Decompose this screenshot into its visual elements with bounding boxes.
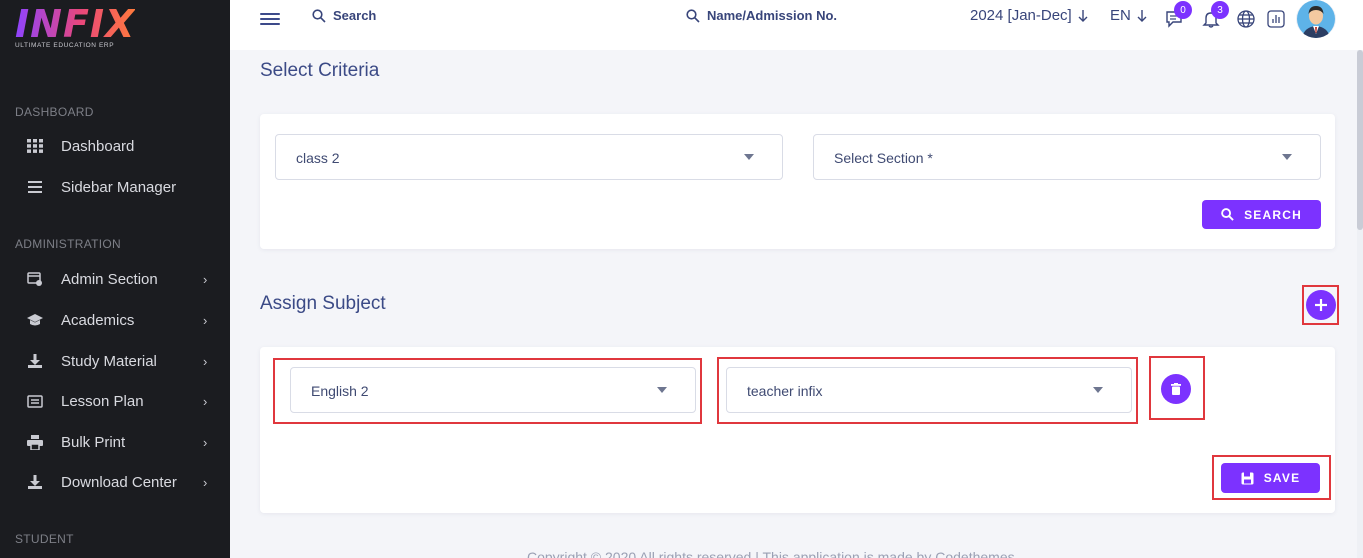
sidebar-item-dashboard[interactable]: Dashboard xyxy=(0,129,230,163)
teacher-select-highlight xyxy=(717,357,1138,424)
sidebar-item-lesson-plan[interactable]: Lesson Plan › xyxy=(0,384,230,418)
sidebar-item-sidebar-manager[interactable]: Sidebar Manager xyxy=(0,170,230,204)
search-label: Search xyxy=(333,8,377,23)
search-icon xyxy=(1221,208,1234,221)
arrow-down-icon xyxy=(1137,9,1147,22)
download-icon xyxy=(26,473,44,491)
sidebar-section-administration: ADMINISTRATION xyxy=(15,237,121,251)
select-criteria-title: Select Criteria xyxy=(260,60,380,81)
sidebar-item-label: Admin Section xyxy=(61,270,158,288)
sidebar-item-label: Sidebar Manager xyxy=(61,178,177,196)
delete-button-highlight xyxy=(1149,356,1205,420)
chevron-right-icon: › xyxy=(203,474,208,490)
sidebar: INFIX ULTIMATE EDUCATION ERP DASHBOARD D… xyxy=(0,0,230,558)
chevron-right-icon: › xyxy=(203,271,208,287)
admission-search-label: Name/Admission No. xyxy=(707,8,838,23)
chevron-right-icon: › xyxy=(203,393,208,409)
search-icon xyxy=(312,8,326,23)
chevron-right-icon: › xyxy=(203,353,208,369)
scrollbar-thumb[interactable] xyxy=(1357,50,1363,230)
reports-button[interactable] xyxy=(1266,9,1286,29)
list-icon xyxy=(26,178,44,196)
sidebar-item-label: Download Center xyxy=(61,473,177,491)
sidebar-section-student: STUDENT xyxy=(15,532,74,546)
sidebar-item-download-center[interactable]: Download Center › xyxy=(0,465,230,499)
messages-button[interactable]: 0 xyxy=(1164,1,1192,29)
grid-icon xyxy=(26,137,44,155)
sidebar-item-study-material[interactable]: Study Material › xyxy=(0,344,230,378)
search-button-label: SEARCH xyxy=(1244,207,1302,222)
website-button[interactable] xyxy=(1236,9,1256,29)
sidebar-item-academics[interactable]: Academics › xyxy=(0,303,230,337)
sidebar-section-dashboard: DASHBOARD xyxy=(15,105,94,119)
footer-text: Copyright © 2020 All rights reserved | T… xyxy=(527,549,1015,558)
add-button-highlight xyxy=(1302,285,1339,325)
caret-down-icon xyxy=(744,154,754,160)
class-select-value: class 2 xyxy=(296,150,340,166)
admission-search[interactable]: Name/Admission No. xyxy=(686,8,837,23)
lesson-plan-icon xyxy=(26,392,44,410)
admin-icon xyxy=(26,270,44,288)
sidebar-item-label: Bulk Print xyxy=(61,433,126,451)
graduation-cap-icon xyxy=(26,311,44,329)
messages-count-badge: 0 xyxy=(1174,1,1192,19)
section-select-placeholder: Select Section * xyxy=(834,150,933,166)
globe-icon xyxy=(1237,10,1255,28)
logo-text: INFIX xyxy=(15,2,136,46)
subject-select-highlight xyxy=(273,358,702,424)
page-scrollbar[interactable] xyxy=(1357,50,1363,558)
academic-year-value: 2024 [Jan-Dec] xyxy=(970,7,1072,24)
sidebar-item-label: Study Material xyxy=(61,352,157,370)
global-search[interactable]: Search xyxy=(312,8,376,23)
caret-down-icon xyxy=(1282,154,1292,160)
sidebar-item-label: Academics xyxy=(61,311,135,329)
sidebar-item-bulk-print[interactable]: Bulk Print › xyxy=(0,425,230,459)
brand-logo[interactable]: INFIX ULTIMATE EDUCATION ERP xyxy=(15,4,135,49)
arrow-down-icon xyxy=(1078,9,1088,22)
user-avatar-icon xyxy=(1297,0,1335,38)
academic-year-select[interactable]: 2024 [Jan-Dec] xyxy=(970,7,1088,24)
printer-icon xyxy=(26,433,44,451)
section-select[interactable]: Select Section * xyxy=(813,134,1321,180)
search-icon xyxy=(686,8,700,23)
top-bar: Search Name/Admission No. 2024 [Jan-Dec]… xyxy=(230,0,1363,50)
notifications-count-badge: 3 xyxy=(1211,1,1229,19)
chevron-right-icon: › xyxy=(203,434,208,450)
language-value: EN xyxy=(1110,7,1131,24)
class-select[interactable]: class 2 xyxy=(275,134,783,180)
chevron-right-icon: › xyxy=(203,312,208,328)
assign-subject-title: Assign Subject xyxy=(260,293,386,314)
language-select[interactable]: EN xyxy=(1110,7,1147,24)
hamburger-menu-icon[interactable] xyxy=(260,10,280,28)
notifications-button[interactable]: 3 xyxy=(1201,1,1229,29)
sidebar-item-admin-section[interactable]: Admin Section › xyxy=(0,262,230,296)
bar-chart-icon xyxy=(1267,10,1285,28)
avatar[interactable] xyxy=(1296,0,1336,38)
criteria-card: class 2 Select Section * SEARCH xyxy=(260,114,1335,249)
sidebar-item-label: Dashboard xyxy=(61,137,135,155)
search-button[interactable]: SEARCH xyxy=(1202,200,1321,229)
save-button-highlight xyxy=(1212,455,1331,500)
download-icon xyxy=(26,352,44,370)
sidebar-item-label: Lesson Plan xyxy=(61,392,144,410)
